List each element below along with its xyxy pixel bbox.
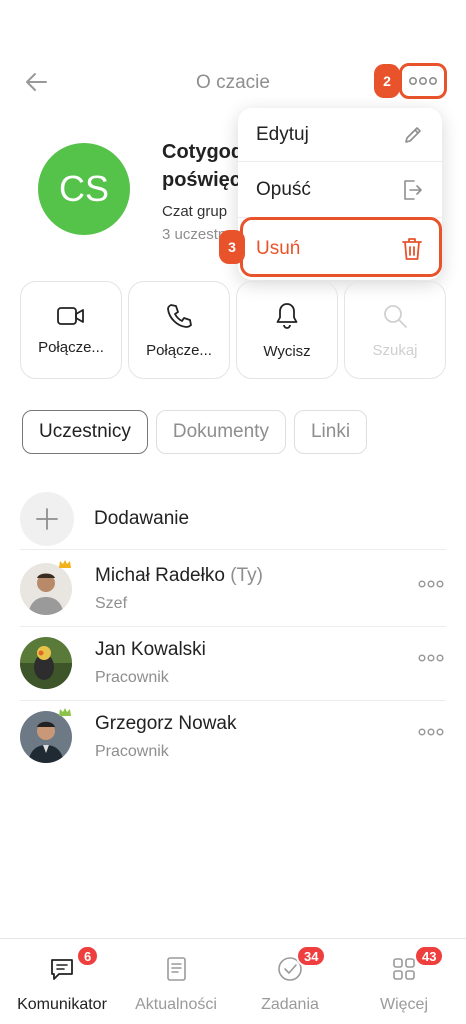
add-participant-button[interactable]: Dodawanie <box>20 488 446 550</box>
mute-label: Wycisz <box>263 342 311 360</box>
member-role: Szef <box>95 595 128 612</box>
exit-icon <box>404 179 422 200</box>
avatar <box>20 637 72 689</box>
chat-bubble-icon <box>51 959 73 980</box>
bell-icon <box>276 302 298 329</box>
avatar <box>20 711 72 763</box>
crown-icon <box>59 560 71 568</box>
voice-call-label: Połącze... <box>146 341 212 359</box>
more-dots-icon[interactable] <box>418 579 444 589</box>
search-label: Szukaj <box>372 341 418 359</box>
search-icon <box>384 304 407 328</box>
member-name: Michał Radełko (Ty) <box>95 565 263 587</box>
chat-avatar: CS <box>38 143 130 235</box>
search-button[interactable]: Szukaj <box>344 281 446 379</box>
tab-label: Zadania <box>261 996 319 1013</box>
chat-name: Cotygodn poświęco <box>162 138 242 194</box>
notification-badge: 6 <box>76 945 100 967</box>
crown-icon <box>59 708 71 716</box>
bottom-tab-bar: 6 Komunikator Aktualności 34 Zadania 43 … <box>0 938 466 1024</box>
tab-links[interactable]: Linki <box>293 410 368 454</box>
chat-type: Czat grup <box>162 203 228 220</box>
tab-komunikator[interactable]: 6 Komunikator <box>4 939 120 1024</box>
voice-call-button[interactable]: Połącze... <box>128 281 230 379</box>
header: O czacie 2 <box>0 0 466 120</box>
more-dots-icon <box>408 76 437 86</box>
tab-label: Komunikator <box>17 996 107 1013</box>
menu-item-leave[interactable]: Opuść <box>238 162 442 218</box>
more-dots-icon[interactable] <box>418 653 444 663</box>
plus-icon <box>36 507 58 530</box>
more-options-button[interactable] <box>399 63 447 99</box>
tab-label: Więcej <box>379 996 428 1013</box>
member-role: Pracownik <box>95 743 169 760</box>
avatar <box>20 563 72 615</box>
notification-badge: 34 <box>296 945 327 967</box>
tab-wiecej[interactable]: 43 Więcej <box>346 939 462 1024</box>
tab-label: Aktualności <box>135 996 217 1013</box>
pencil-icon <box>405 126 421 143</box>
add-participant-label: Dodawanie <box>94 507 190 529</box>
chat-name-line1: Cotygodn <box>162 141 242 163</box>
member-name-text: Michał Radełko <box>95 565 225 586</box>
tab-documents[interactable]: Dokumenty <box>155 410 286 454</box>
phone-icon <box>167 303 192 328</box>
add-circle <box>20 491 74 546</box>
list-item[interactable]: Jan Kowalski Pracownik <box>20 627 446 701</box>
more-dots-icon[interactable] <box>418 727 444 737</box>
section-tabs: Uczestnicy Dokumenty Linki <box>22 410 368 454</box>
video-call-button[interactable]: Połącze... <box>20 281 122 379</box>
member-you-tag: (Ty) <box>230 565 263 586</box>
step-badge-3: 3 <box>219 230 245 264</box>
action-tiles: Połącze... Połącze... Wycisz Szukaj <box>20 281 446 379</box>
chat-name-line2: poświęco <box>162 169 242 191</box>
member-name: Grzegorz Nowak <box>95 713 237 734</box>
menu-item-edit[interactable]: Edytuj <box>238 108 442 162</box>
tab-zadania[interactable]: 34 Zadania <box>232 939 348 1024</box>
tab-aktualnosci[interactable]: Aktualności <box>118 939 234 1024</box>
notification-badge: 43 <box>414 945 445 967</box>
menu-item-edit-label: Edytuj <box>256 123 309 145</box>
list-item[interactable]: Michał Radełko (Ty) Szef <box>20 553 446 627</box>
delete-highlight <box>240 217 442 277</box>
mute-button[interactable]: Wycisz <box>236 281 338 379</box>
tab-participants[interactable]: Uczestnicy <box>22 410 148 454</box>
list-item[interactable]: Grzegorz Nowak Pracownik <box>20 701 446 775</box>
member-name: Jan Kowalski <box>95 639 206 660</box>
video-icon <box>57 306 84 325</box>
menu-item-leave-label: Opuść <box>256 178 311 200</box>
step-badge-2: 2 <box>374 64 400 98</box>
member-role: Pracownik <box>95 669 169 686</box>
video-call-label: Połącze... <box>38 338 104 356</box>
newsfeed-icon <box>167 957 186 981</box>
